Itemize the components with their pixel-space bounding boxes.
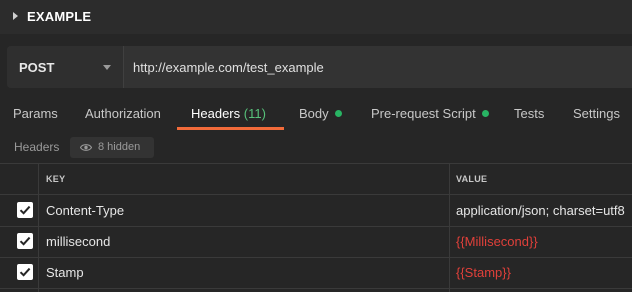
method-label: POST — [19, 60, 55, 75]
column-header-value: VALUE — [456, 174, 488, 184]
tab-tests[interactable]: Tests — [514, 96, 544, 130]
header-key[interactable]: millisecond — [46, 234, 110, 249]
header-value[interactable]: {{Millisecond}} — [456, 234, 538, 249]
pre-request-indicator-dot — [481, 110, 489, 117]
caret-right-icon[interactable] — [13, 12, 18, 20]
chevron-down-icon — [103, 65, 111, 70]
tab-body[interactable]: Body — [299, 96, 342, 130]
table-row: Stamp {{Stamp}} — [0, 257, 632, 289]
header-key[interactable]: Stamp — [46, 265, 84, 280]
tab-pre-request-script[interactable]: Pre-request Script — [371, 96, 489, 130]
headers-section-label: Headers — [14, 140, 60, 154]
header-value[interactable]: application/json; charset=utf8 — [456, 203, 625, 218]
tab-headers[interactable]: Headers (11) — [191, 96, 266, 130]
headers-count: (11) — [243, 106, 266, 121]
header-key[interactable]: Content-Type — [46, 203, 124, 218]
column-header-key: KEY — [46, 174, 66, 184]
table-header-row: KEY VALUE — [0, 164, 632, 195]
checkmark-icon — [19, 205, 31, 215]
collection-header[interactable]: EXAMPLE — [0, 0, 632, 34]
row-checkbox[interactable] — [17, 202, 33, 218]
body-indicator-dot — [334, 110, 342, 117]
tab-params[interactable]: Params — [13, 96, 58, 130]
header-value[interactable]: {{Stamp}} — [456, 265, 511, 280]
hidden-count-label: 8 hidden — [98, 141, 141, 153]
row-checkbox[interactable] — [17, 233, 33, 249]
row-checkbox[interactable] — [17, 264, 33, 280]
table-row: Content-Type application/json; charset=u… — [0, 195, 632, 227]
active-tab-underline — [177, 127, 284, 130]
request-tabs: Params Authorization Headers (11) Body P… — [0, 96, 632, 130]
hidden-headers-toggle[interactable]: 8 hidden — [70, 137, 154, 158]
collection-name: EXAMPLE — [27, 9, 92, 24]
url-input[interactable] — [133, 46, 623, 88]
checkmark-icon — [19, 267, 31, 277]
tab-settings[interactable]: Settings — [573, 96, 620, 130]
tab-authorization[interactable]: Authorization — [85, 96, 161, 130]
table-row: millisecond {{Millisecond}} — [0, 226, 632, 258]
eye-icon — [80, 144, 92, 151]
method-select[interactable]: POST — [7, 46, 124, 88]
checkmark-icon — [19, 236, 31, 246]
request-bar: POST — [7, 46, 632, 88]
headers-table: KEY VALUE Content-Type application/json;… — [0, 163, 632, 292]
